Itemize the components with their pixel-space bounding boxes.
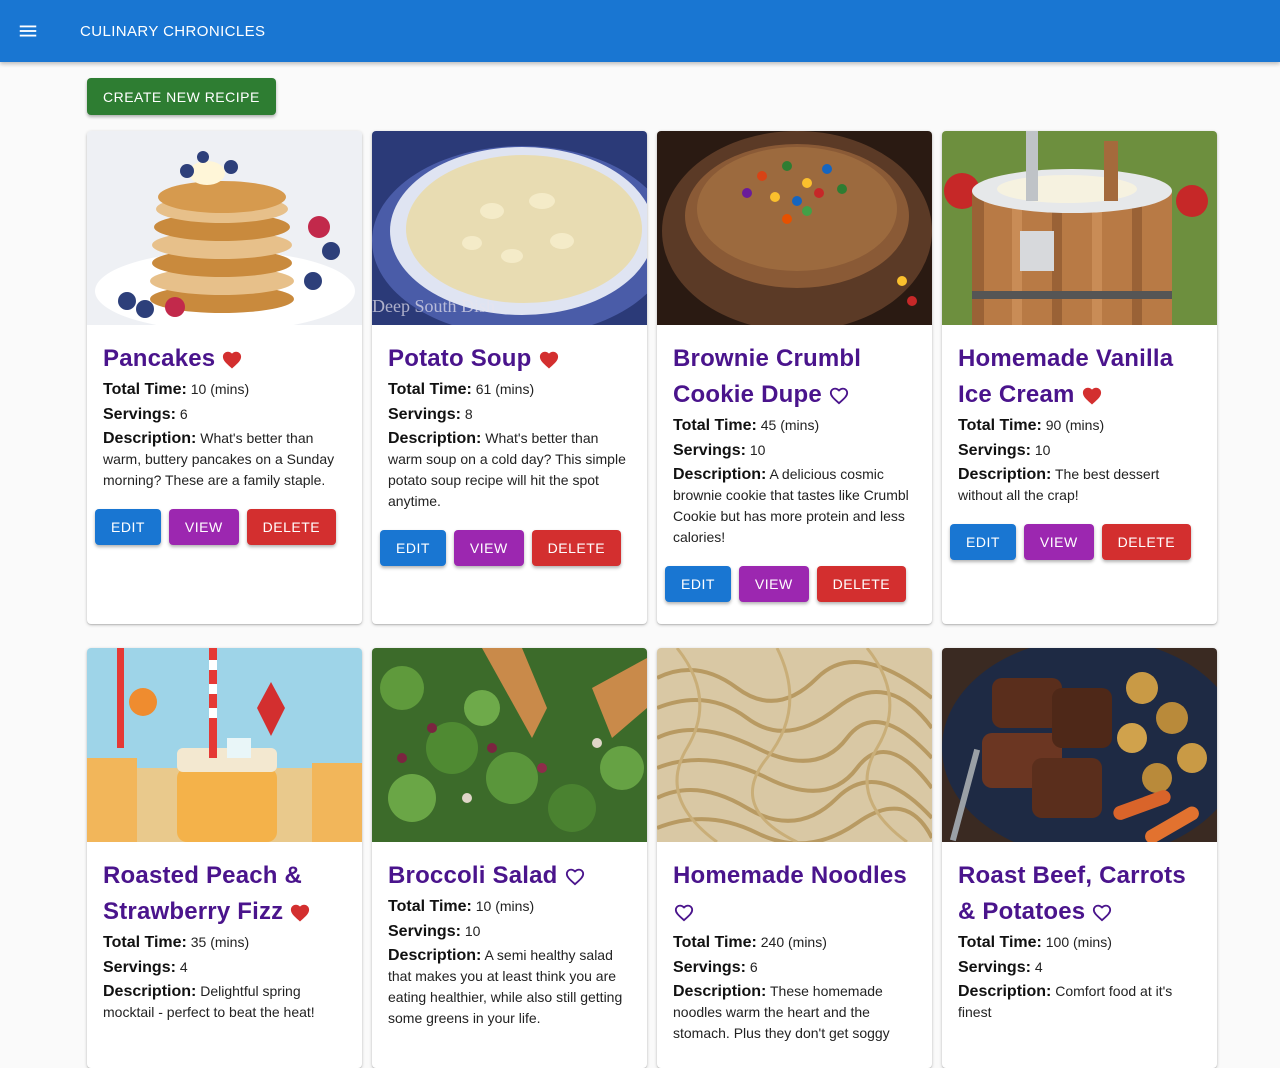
recipe-card: Deep South Dish Potato Soup Total Time: … <box>372 131 647 624</box>
recipe-card: Broccoli Salad Total Time: 10 (mins) Ser… <box>372 648 647 1068</box>
hamburger-menu-icon[interactable] <box>0 0 56 62</box>
total-time-row: Total Time: 45 (mins) <box>673 417 820 434</box>
view-button[interactable]: VIEW <box>738 566 809 602</box>
watermark-text: Deep South Dish <box>372 296 495 316</box>
heart-outline-icon[interactable] <box>564 861 586 886</box>
recipe-image-homemade-noodles <box>657 648 932 842</box>
view-button[interactable]: VIEW <box>168 509 239 545</box>
servings-row: Servings: 10 <box>958 442 1051 459</box>
recipe-image-pancakes <box>87 131 362 325</box>
heart-filled-icon[interactable] <box>289 897 311 922</box>
total-time-row: Total Time: 240 (mins) <box>673 934 827 951</box>
description: Description: The best dessert without al… <box>958 466 1160 503</box>
total-time-row: Total Time: 90 (mins) <box>958 417 1105 434</box>
app-title: CULINARY CHRONICLES <box>80 22 266 40</box>
description: Description: A semi healthy salad that m… <box>388 947 623 1026</box>
heart-outline-icon[interactable] <box>673 897 695 922</box>
recipe-card: Pancakes Total Time: 10 (mins) Servings:… <box>87 131 362 624</box>
servings-row: Servings: 4 <box>958 959 1043 976</box>
delete-button[interactable]: DELETE <box>531 530 622 566</box>
recipe-title: Broccoli Salad <box>388 862 558 889</box>
delete-button[interactable]: DELETE <box>246 509 337 545</box>
view-button[interactable]: VIEW <box>453 530 524 566</box>
edit-button[interactable]: EDIT <box>950 524 1016 560</box>
servings-row: Servings: 6 <box>103 406 188 423</box>
recipe-card: Brownie Crumbl Cookie Dupe Total Time: 4… <box>657 131 932 624</box>
edit-button[interactable]: EDIT <box>665 566 731 602</box>
total-time-row: Total Time: 100 (mins) <box>958 934 1112 951</box>
recipe-image-brownie-cookie <box>657 131 932 325</box>
recipe-title: Homemade Vanilla Ice Cream <box>958 345 1174 408</box>
description: Description: What's better than warm, bu… <box>103 430 335 488</box>
heart-filled-icon[interactable] <box>538 344 560 369</box>
total-time-row: Total Time: 10 (mins) <box>103 381 250 398</box>
recipe-card: Roast Beef, Carrots & Potatoes Total Tim… <box>942 648 1217 1068</box>
heart-filled-icon[interactable] <box>1081 380 1103 405</box>
heart-outline-icon[interactable] <box>1091 897 1113 922</box>
heart-filled-icon[interactable] <box>221 344 243 369</box>
servings-row: Servings: 10 <box>388 923 481 940</box>
description: Description: These homemade noodles warm… <box>673 983 890 1041</box>
recipe-card: Homemade Noodles Total Time: 240 (mins) … <box>657 648 932 1068</box>
recipe-image-roast-beef <box>942 648 1217 842</box>
description: Description: Comfort food at it's finest <box>958 983 1173 1020</box>
heart-outline-icon[interactable] <box>828 380 850 405</box>
recipe-title: Pancakes <box>103 345 216 372</box>
recipe-title: Roasted Peach & Strawberry Fizz <box>103 862 303 925</box>
recipe-image-peach-fizz <box>87 648 362 842</box>
recipe-card: Roasted Peach & Strawberry Fizz Total Ti… <box>87 648 362 1068</box>
create-new-recipe-button[interactable]: CREATE NEW RECIPE <box>87 78 276 115</box>
total-time-row: Total Time: 35 (mins) <box>103 934 250 951</box>
description: Description: A delicious cosmic brownie … <box>673 466 909 545</box>
recipe-card: Homemade Vanilla Ice Cream Total Time: 9… <box>942 131 1217 624</box>
description: Description: Delightful spring mocktail … <box>103 983 315 1020</box>
delete-button[interactable]: DELETE <box>1101 524 1192 560</box>
edit-button[interactable]: EDIT <box>380 530 446 566</box>
recipe-image-potato-soup: Deep South Dish <box>372 131 647 325</box>
servings-row: Servings: 8 <box>388 406 473 423</box>
recipe-title: Homemade Noodles <box>673 862 907 889</box>
edit-button[interactable]: EDIT <box>95 509 161 545</box>
view-button[interactable]: VIEW <box>1023 524 1094 560</box>
servings-row: Servings: 4 <box>103 959 188 976</box>
app-bar: CULINARY CHRONICLES <box>0 0 1280 62</box>
delete-button[interactable]: DELETE <box>816 566 907 602</box>
total-time-row: Total Time: 10 (mins) <box>388 898 535 915</box>
recipe-title: Potato Soup <box>388 345 532 372</box>
servings-row: Servings: 10 <box>673 442 766 459</box>
recipe-title: Roast Beef, Carrots & Potatoes <box>958 862 1186 925</box>
recipe-image-broccoli-salad <box>372 648 647 842</box>
description: Description: What's better than warm sou… <box>388 430 626 509</box>
servings-row: Servings: 6 <box>673 959 758 976</box>
total-time-row: Total Time: 61 (mins) <box>388 381 535 398</box>
recipe-image-ice-cream <box>942 131 1217 325</box>
